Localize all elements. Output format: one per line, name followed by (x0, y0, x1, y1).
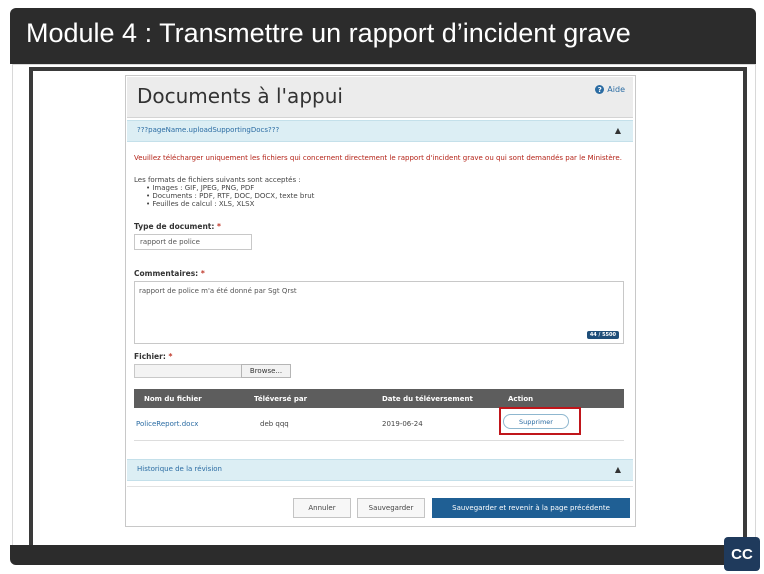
upload-section-label: ???pageName.uploadSupportingDocs??? (137, 126, 280, 134)
character-counter: 44 / 5500 (586, 331, 619, 339)
formats-intro: Les formats de fichiers suivants sont ac… (134, 176, 301, 184)
file-name-link[interactable]: PoliceReport.docx (136, 420, 198, 428)
screenshot-frame-left (29, 67, 33, 545)
column-header-filename: Nom du fichier (144, 395, 202, 403)
revision-history-header[interactable]: Historique de la révision ▲ (127, 459, 633, 481)
revision-history-label: Historique de la révision (137, 465, 222, 473)
files-table-header: Nom du fichier Téléversé par Date du tél… (134, 389, 624, 408)
comments-label: Commentaires: * (134, 269, 205, 278)
chevron-up-icon[interactable]: ▲ (615, 465, 621, 474)
save-and-return-button[interactable]: Sauvegarder et revenir à la page précéde… (432, 498, 630, 518)
table-row: PoliceReport.docx deb qqq 2019-06-24 Sup… (134, 407, 624, 441)
screenshot-frame-top (29, 67, 747, 71)
slide-title-bar: Module 4 : Transmettre un rapport d’inci… (10, 8, 756, 64)
column-header-uploaded-by: Téléversé par (254, 395, 308, 403)
format-item: Images : GIF, JPEG, PNG, PDF (146, 184, 314, 192)
format-item: Feuilles de calcul : XLS, XLSX (146, 200, 314, 208)
browse-button[interactable]: Browse... (241, 364, 291, 378)
format-item: Documents : PDF, RTF, DOC, DOCX, texte b… (146, 192, 314, 200)
footer-divider (127, 486, 633, 487)
uploaded-by-cell: deb qqq (260, 420, 289, 428)
slide-title: Module 4 : Transmettre un rapport d’inci… (26, 18, 631, 48)
cancel-button[interactable]: Annuler (293, 498, 351, 518)
upload-section-header[interactable]: ???pageName.uploadSupportingDocs??? ▲ (127, 120, 633, 142)
document-type-label: Type de document: * (134, 222, 221, 231)
save-button[interactable]: Sauvegarder (357, 498, 425, 518)
page-header: Documents à l'appui ? Aide (127, 77, 633, 118)
formats-list: Images : GIF, JPEG, PNG, PDF Documents :… (146, 184, 314, 208)
comments-textarea[interactable]: rapport de police m'a été donné par Sgt … (134, 281, 624, 344)
document-type-field[interactable]: rapport de police (134, 234, 252, 250)
help-circle-icon: ? (595, 85, 605, 94)
delete-file-button[interactable]: Supprimer (503, 414, 569, 429)
help-link[interactable]: ? Aide (595, 85, 625, 94)
comments-value: rapport de police m'a été donné par Sgt … (139, 287, 297, 295)
chevron-up-icon[interactable]: ▲ (615, 126, 621, 135)
file-path-input[interactable] (134, 364, 242, 378)
screenshot-frame-right (743, 67, 747, 545)
upload-date-cell: 2019-06-24 (382, 420, 423, 428)
upload-warning: Veuillez télécharger uniquement les fich… (134, 154, 622, 162)
slide-bottom-bar (10, 545, 756, 565)
file-label: Fichier: * (134, 352, 173, 361)
app-window: Documents à l'appui ? Aide ???pageName.u… (125, 75, 636, 527)
page-title: Documents à l'appui (137, 84, 343, 108)
help-label: Aide (607, 85, 625, 94)
column-header-upload-date: Date du téléversement (382, 395, 473, 403)
closed-captions-button[interactable]: CC (724, 537, 760, 571)
column-header-action: Action (508, 395, 534, 403)
